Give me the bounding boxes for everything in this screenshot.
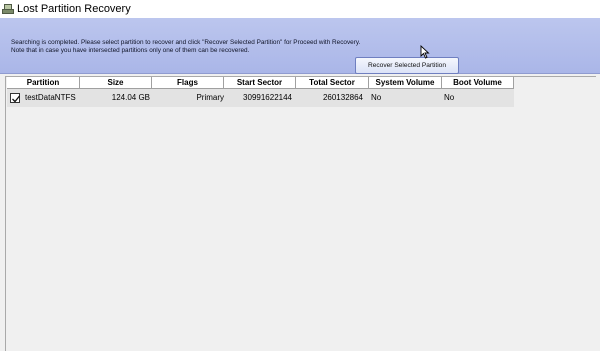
column-header-partition[interactable]: Partition bbox=[7, 77, 80, 88]
cell-system-volume: No bbox=[371, 93, 382, 102]
title-bar: Lost Partition Recovery bbox=[0, 0, 600, 18]
table-header: Partition Size Flags Start Sector Total … bbox=[7, 77, 514, 89]
status-message: Searching is completed. Please select pa… bbox=[11, 39, 360, 55]
cell-size: 124.04 GB bbox=[111, 93, 150, 102]
disk-recovery-icon bbox=[2, 3, 14, 15]
cell-total-sector: 260132864 bbox=[322, 93, 363, 102]
column-header-flags[interactable]: Flags bbox=[152, 77, 224, 88]
column-header-boot-volume[interactable]: Boot Volume bbox=[442, 77, 514, 88]
table-row[interactable]: testDataNTFS 124.04 GB Primary 309916221… bbox=[7, 89, 514, 107]
cell-start-sector: 30991622144 bbox=[243, 93, 292, 102]
recover-selected-partition-button[interactable]: Recover Selected Partition bbox=[355, 57, 459, 74]
cell-flags: Primary bbox=[196, 93, 224, 102]
info-header: Searching is completed. Please select pa… bbox=[0, 18, 600, 74]
column-header-system-volume[interactable]: System Volume bbox=[369, 77, 442, 88]
cell-boot-volume: No bbox=[444, 93, 455, 102]
window-title: Lost Partition Recovery bbox=[17, 3, 131, 15]
checkmark-icon bbox=[12, 95, 21, 103]
row-checkbox[interactable] bbox=[10, 93, 21, 103]
partition-list-area bbox=[0, 74, 600, 351]
column-header-size[interactable]: Size bbox=[80, 77, 152, 88]
status-message-line-2: Note that in case you have intersected p… bbox=[11, 47, 250, 54]
column-header-total-sector[interactable]: Total Sector bbox=[296, 77, 369, 88]
list-frame bbox=[5, 76, 596, 351]
column-header-start-sector[interactable]: Start Sector bbox=[224, 77, 296, 88]
status-message-line-1: Searching is completed. Please select pa… bbox=[11, 39, 361, 46]
